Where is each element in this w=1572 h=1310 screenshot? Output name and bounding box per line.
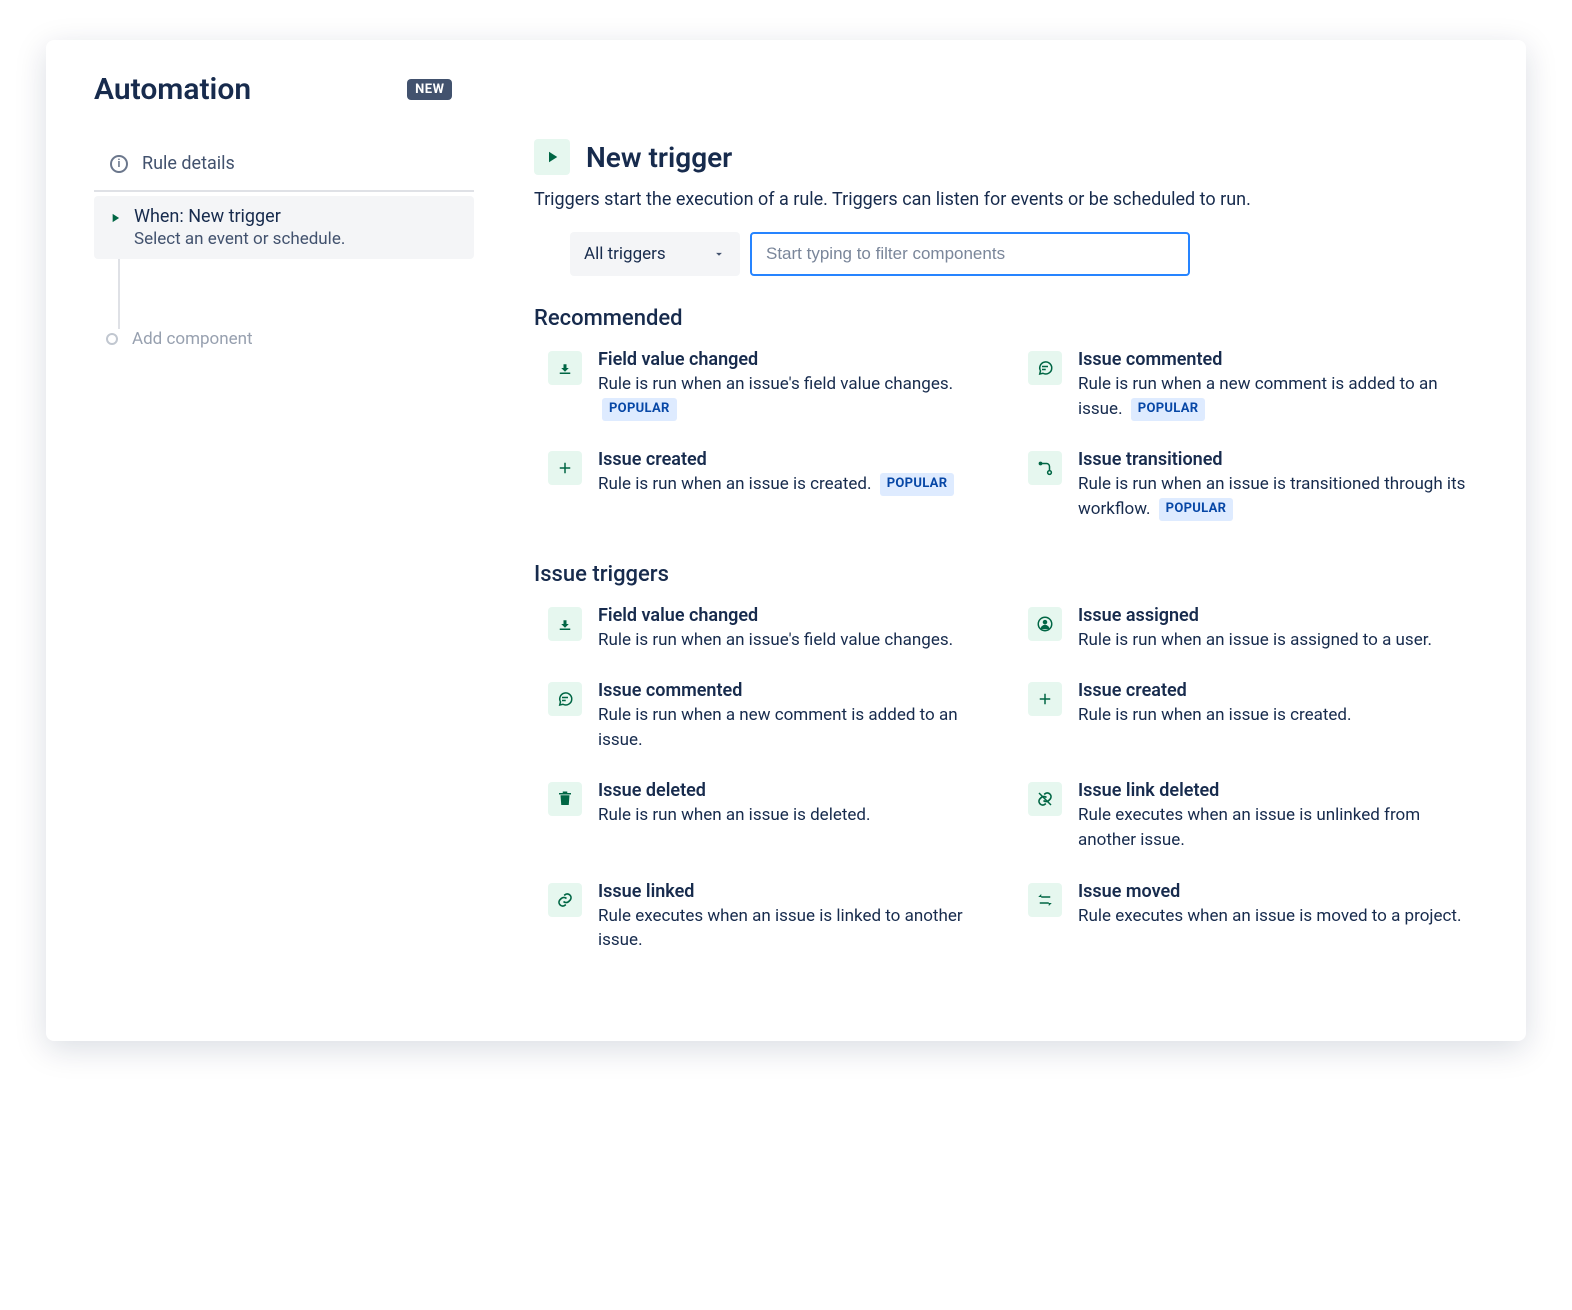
- trigger-description: Rule executes when an issue is linked to…: [598, 904, 998, 953]
- trigger-description: Rule is run when a new comment is added …: [1078, 372, 1478, 421]
- trigger-description: Rule is run when an issue is created.: [1078, 703, 1478, 728]
- trigger-item[interactable]: Issue assignedRule is run when an issue …: [1028, 605, 1478, 653]
- main-description: Triggers start the execution of a rule. …: [534, 189, 1478, 210]
- person-icon: [1028, 607, 1062, 641]
- trigger-title: Issue deleted: [598, 780, 998, 801]
- trigger-description: Rule is run when an issue's field value …: [598, 372, 998, 421]
- trigger-item[interactable]: Issue movedRule executes when an issue i…: [1028, 881, 1478, 953]
- trigger-description: Rule is run when an issue is assigned to…: [1078, 628, 1478, 653]
- plus-icon: [548, 451, 582, 485]
- unlink-icon: [1028, 782, 1062, 816]
- swap-icon: [1028, 883, 1062, 917]
- sidebar: i Rule details When: New trigger Select …: [94, 139, 474, 993]
- trigger-title: Field value changed: [598, 605, 998, 626]
- workflow-trigger-subtitle: Select an event or schedule.: [134, 229, 345, 249]
- trash-icon: [548, 782, 582, 816]
- sidebar-divider: [94, 190, 474, 192]
- trigger-item[interactable]: Field value changedRule is run when an i…: [548, 349, 998, 421]
- trigger-item[interactable]: Issue createdRule is run when an issue i…: [548, 449, 998, 521]
- page-title: Automation: [94, 72, 251, 107]
- section-recommended-title: Recommended: [534, 306, 1478, 331]
- trigger-title: Field value changed: [598, 349, 998, 370]
- trigger-title: Issue assigned: [1078, 605, 1478, 626]
- add-component-label: Add component: [132, 329, 253, 349]
- section-issue-title: Issue triggers: [534, 562, 1478, 587]
- trigger-title: Issue linked: [598, 881, 998, 902]
- trigger-item[interactable]: Issue commentedRule is run when a new co…: [1028, 349, 1478, 421]
- info-icon: i: [110, 155, 128, 173]
- trigger-description: Rule executes when an issue is moved to …: [1078, 904, 1478, 929]
- trigger-description: Rule is run when a new comment is added …: [598, 703, 998, 752]
- chevron-down-icon: [712, 247, 726, 261]
- link-icon: [548, 883, 582, 917]
- popular-tag: POPULAR: [1131, 398, 1206, 421]
- trigger-title: Issue transitioned: [1078, 449, 1478, 470]
- download-icon: [548, 607, 582, 641]
- trigger-description: Rule is run when an issue's field value …: [598, 628, 998, 653]
- workflow-connector: [118, 259, 474, 329]
- trigger-item[interactable]: Issue commentedRule is run when a new co…: [548, 680, 998, 752]
- trigger-item[interactable]: Issue transitionedRule is run when an is…: [1028, 449, 1478, 521]
- download-icon: [548, 351, 582, 385]
- trigger-filter-dropdown[interactable]: All triggers: [570, 232, 740, 276]
- trigger-title: Issue created: [1078, 680, 1478, 701]
- transition-icon: [1028, 451, 1062, 485]
- trigger-item[interactable]: Issue createdRule is run when an issue i…: [1028, 680, 1478, 752]
- add-component-row[interactable]: Add component: [94, 329, 474, 349]
- trigger-item[interactable]: Issue deletedRule is run when an issue i…: [548, 780, 998, 852]
- trigger-play-icon: [534, 139, 570, 175]
- trigger-description: Rule is run when an issue is transitione…: [1078, 472, 1478, 521]
- trigger-item[interactable]: Issue linkedRule executes when an issue …: [548, 881, 998, 953]
- rule-details-label: Rule details: [142, 153, 235, 174]
- popular-tag: POPULAR: [880, 473, 955, 496]
- comment-icon: [548, 682, 582, 716]
- plus-icon: [1028, 682, 1062, 716]
- popular-tag: POPULAR: [1159, 498, 1234, 521]
- trigger-title: Issue commented: [1078, 349, 1478, 370]
- comment-icon: [1028, 351, 1062, 385]
- dropdown-label: All triggers: [584, 244, 666, 264]
- new-badge: NEW: [407, 79, 452, 100]
- trigger-title: Issue moved: [1078, 881, 1478, 902]
- trigger-item[interactable]: Issue link deletedRule executes when an …: [1028, 780, 1478, 852]
- workflow-trigger-item[interactable]: When: New trigger Select an event or sch…: [94, 196, 474, 259]
- trigger-title: Issue link deleted: [1078, 780, 1478, 801]
- trigger-description: Rule is run when an issue is created. PO…: [598, 472, 998, 497]
- trigger-item[interactable]: Field value changedRule is run when an i…: [548, 605, 998, 653]
- main-title: New trigger: [586, 141, 732, 174]
- trigger-description: Rule executes when an issue is unlinked …: [1078, 803, 1478, 852]
- workflow-trigger-title: When: New trigger: [134, 206, 345, 227]
- search-input[interactable]: [750, 232, 1190, 276]
- popular-tag: POPULAR: [602, 398, 677, 421]
- play-icon: [108, 211, 122, 225]
- trigger-title: Issue commented: [598, 680, 998, 701]
- rule-details-row[interactable]: i Rule details: [94, 139, 474, 188]
- main-content: New trigger Triggers start the execution…: [534, 139, 1478, 993]
- trigger-title: Issue created: [598, 449, 998, 470]
- empty-circle-icon: [106, 333, 118, 345]
- trigger-description: Rule is run when an issue is deleted.: [598, 803, 998, 828]
